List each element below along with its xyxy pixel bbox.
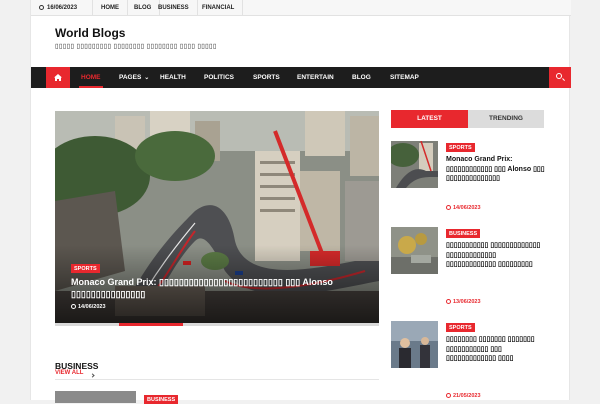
nav-home[interactable]: HOME [79,67,102,88]
slider-indicator [55,323,379,326]
clock-icon [39,5,44,10]
tab-trending[interactable]: TRENDING [468,110,544,128]
featured-title[interactable]: Monaco Grand Prix: ▯▯▯▯▯▯▯▯▯▯▯▯▯▯▯▯▯▯▯▯▯… [71,276,371,300]
featured-date: 14/06/2023 [71,304,106,310]
view-all-link[interactable]: VIEW ALL [55,370,83,376]
featured-slide[interactable]: SPORTS Monaco Grand Prix: ▯▯▯▯▯▯▯▯▯▯▯▯▯▯… [55,111,379,325]
tab-latest[interactable]: LATEST [391,110,468,128]
clock-icon [446,393,451,398]
clock-icon [71,304,76,309]
slider-dot[interactable] [183,323,247,326]
site-title[interactable]: World Blogs [55,26,125,40]
post-title[interactable]: ▯▯▯▯▯▯▯▯▯▯▯ ▯▯▯▯▯▯▯▯▯▯▯▯▯ ▯▯▯▯▯▯▯▯▯▯▯▯▯ … [446,241,546,270]
category-badge[interactable]: SPORTS [71,264,100,273]
post-date: 21/05/2023 [446,393,481,399]
top-link-business[interactable]: BUSINESS [150,0,198,16]
site-description: ▯▯▯▯▯ ▯▯▯▯▯▯▯▯▯ ▯▯▯▯▯▯▯▯ ▯▯▯▯▯▯▯▯ ▯▯▯▯ ▯… [55,43,217,50]
clock-icon [446,299,451,304]
sidebar-post[interactable]: SPORTS Monaco Grand Prix: ▯▯▯▯▯▯▯▯▯▯▯▯ ▯… [391,141,551,221]
sidebar-post[interactable]: SPORTS ▯▯▯▯▯▯▯▯ ▯▯▯▯▯▯▯ ▯▯▯▯▯▯▯ ▯▯▯▯▯▯▯▯… [391,321,551,401]
slider-dot[interactable] [55,323,119,326]
clock-icon [446,205,451,210]
search-button[interactable] [549,67,571,88]
section-divider [55,379,379,380]
home-icon [54,74,62,81]
nav-entertain[interactable]: ENTERTAIN [297,67,334,88]
page-container: 16/06/2023 HOME BLOG BUSINESS FINANCIAL … [30,0,571,404]
nav-sports[interactable]: SPORTS [253,67,280,88]
post-title[interactable]: ▯▯▯▯▯▯▯▯ ▯▯▯▯▯▯▯ ▯▯▯▯▯▯▯ ▯▯▯▯▯▯▯▯▯▯▯ ▯▯▯… [446,335,546,364]
post-thumbnail[interactable] [391,141,438,188]
chevron-down-icon: ⌄ [144,75,150,81]
home-icon-button[interactable] [46,67,70,88]
post-title[interactable]: Monaco Grand Prix: ▯▯▯▯▯▯▯▯▯▯▯▯ ▯▯▯ Alon… [446,155,546,184]
nav-politics[interactable]: POLITICS [204,67,234,88]
post-thumbnail[interactable] [391,227,438,274]
nav-blog[interactable]: BLOG [352,67,371,88]
chevron-right-icon [90,373,95,378]
post-date: 13/06/2023 [446,299,481,305]
slider-dot-active[interactable] [119,323,183,326]
top-bar: 16/06/2023 HOME BLOG BUSINESS FINANCIAL [31,0,571,16]
search-icon [556,73,562,79]
sidebar-tabs: LATEST TRENDING [391,110,544,128]
slider-dot[interactable] [247,323,311,326]
nav-health[interactable]: HEALTH [160,67,186,88]
slider-dot[interactable] [311,323,379,326]
nav-sitemap[interactable]: SITEMAP [390,67,419,88]
category-badge[interactable]: BUSINESS [446,229,481,238]
top-date: 16/06/2023 [31,0,93,16]
nav-pages[interactable]: PAGES ⌄ [119,67,149,88]
business-thumbnail[interactable] [55,391,136,403]
post-date: 14/06/2023 [446,205,481,211]
main-nav: HOME PAGES ⌄ HEALTH POLITICS SPORTS ENTER… [31,67,571,88]
category-badge[interactable]: SPORTS [446,143,475,152]
sidebar-post[interactable]: BUSINESS ▯▯▯▯▯▯▯▯▯▯▯ ▯▯▯▯▯▯▯▯▯▯▯▯▯ ▯▯▯▯▯… [391,227,551,307]
post-thumbnail[interactable] [391,321,438,368]
top-link-financial[interactable]: FINANCIAL [194,0,244,16]
top-link-home[interactable]: HOME [93,0,128,16]
category-badge[interactable]: SPORTS [446,323,475,332]
